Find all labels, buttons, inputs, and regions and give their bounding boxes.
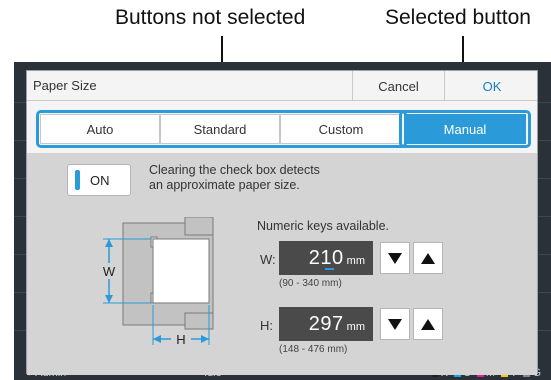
width-dimension-label: W (103, 264, 116, 279)
arrow-up-icon (421, 318, 435, 330)
height-label: H: (260, 318, 273, 333)
auto-detect-checkbox[interactable]: ON (67, 164, 131, 196)
height-increase-button[interactable] (413, 308, 443, 340)
numeric-keys-hint: Numeric keys available. (257, 219, 389, 233)
paper-tray-illustration-icon: W H (99, 217, 214, 347)
arrow-down-icon (388, 318, 402, 330)
checkbox-label: ON (90, 172, 110, 188)
height-decrease-button[interactable] (380, 308, 410, 340)
dialog-content: ON Clearing the check box detects an app… (27, 153, 537, 375)
tab-manual[interactable]: Manual (404, 114, 526, 144)
paper-size-dialog: Paper Size Cancel OK Auto Standard Custo… (26, 70, 538, 375)
ok-button[interactable]: OK (444, 71, 539, 101)
height-dimension-label: H (176, 332, 185, 347)
text-caret (325, 268, 334, 270)
tab-auto[interactable]: Auto (40, 114, 160, 144)
arrow-down-icon (388, 252, 402, 264)
width-label: W: (260, 252, 276, 267)
checkbox-description-line: Clearing the check box detects (149, 163, 320, 177)
annotation-buttons-not-selected: Buttons not selected (115, 6, 306, 29)
height-unit: mm (346, 321, 365, 333)
width-range: (90 - 340 mm) (279, 278, 342, 289)
width-input[interactable]: 210 mm (279, 241, 373, 275)
tab-standard[interactable]: Standard (160, 114, 280, 144)
height-input[interactable]: 297 mm (279, 307, 373, 341)
height-range: (148 - 476 mm) (279, 344, 348, 355)
height-value: 297 (308, 313, 344, 335)
checkbox-description-line: an approximate paper size. (149, 178, 300, 192)
checkbox-indicator-icon (75, 170, 80, 190)
width-increase-button[interactable] (413, 242, 443, 274)
dialog-titlebar: Paper Size Cancel OK (27, 71, 537, 101)
width-unit: mm (346, 255, 365, 267)
width-value: 210 (308, 247, 344, 269)
checkbox-description: Clearing the check box detects an approx… (149, 163, 349, 193)
annotation-selected-button: Selected button (385, 6, 531, 29)
dialog-title: Paper Size (33, 78, 97, 93)
paper-size-mode-tabs: Auto Standard Custom Manual (27, 101, 537, 153)
arrow-up-icon (421, 252, 435, 264)
tab-custom[interactable]: Custom (280, 114, 402, 144)
cancel-button[interactable]: Cancel (352, 71, 444, 101)
width-decrease-button[interactable] (380, 242, 410, 274)
